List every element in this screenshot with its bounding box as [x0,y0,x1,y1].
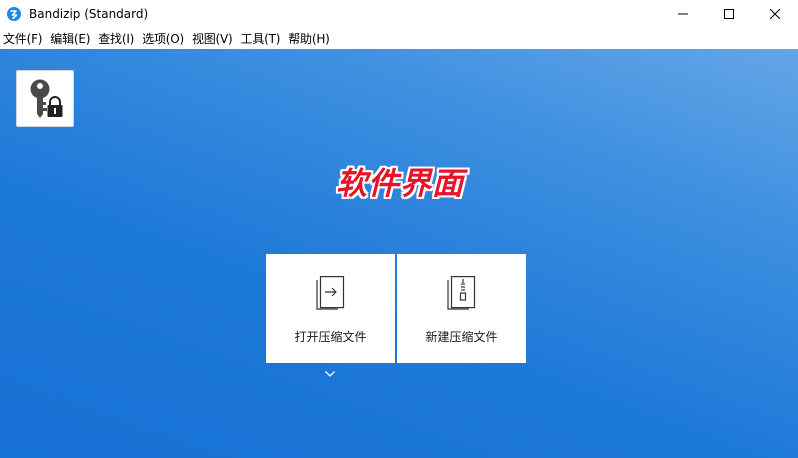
menu-options[interactable]: 选项(O) [141,30,191,47]
menu-find[interactable]: 查找(I) [97,30,141,47]
minimize-icon [678,13,688,15]
open-archive-label: 打开压缩文件 [294,330,367,344]
maximize-button[interactable] [706,0,752,28]
banner-text: 软件界面 [336,166,464,202]
menu-view[interactable]: 视图(V) [191,30,240,47]
close-button[interactable] [752,0,798,28]
chevron-down-icon [325,371,335,377]
main-area: 软件界面 打开压缩文件 新建压缩文件 [0,49,798,458]
menu-tools[interactable]: 工具(T) [240,30,288,47]
title-bar: Bandizip (Standard) [0,0,798,28]
new-archive-button[interactable]: 新建压缩文件 [397,254,526,363]
new-archive-label: 新建压缩文件 [425,330,498,344]
maximize-icon [724,9,734,19]
close-icon [770,9,780,19]
new-archive-icon [446,276,475,310]
minimize-button[interactable] [660,0,706,28]
window-title: Bandizip (Standard) [29,7,149,21]
menu-help[interactable]: 帮助(H) [287,30,336,47]
bandizip-logo-icon [7,7,21,21]
password-manager-button[interactable] [16,70,74,127]
open-archive-button[interactable]: 打开压缩文件 [266,254,395,363]
key-lock-icon [30,79,63,118]
menu-file[interactable]: 文件(F) [2,30,49,47]
open-options-dropdown[interactable] [323,369,337,379]
menu-bar: 文件(F) 编辑(E) 查找(I) 选项(O) 视图(V) 工具(T) 帮助(H… [0,28,798,48]
window-controls [660,0,798,28]
open-archive-icon [315,276,344,310]
menu-edit[interactable]: 编辑(E) [49,30,97,47]
